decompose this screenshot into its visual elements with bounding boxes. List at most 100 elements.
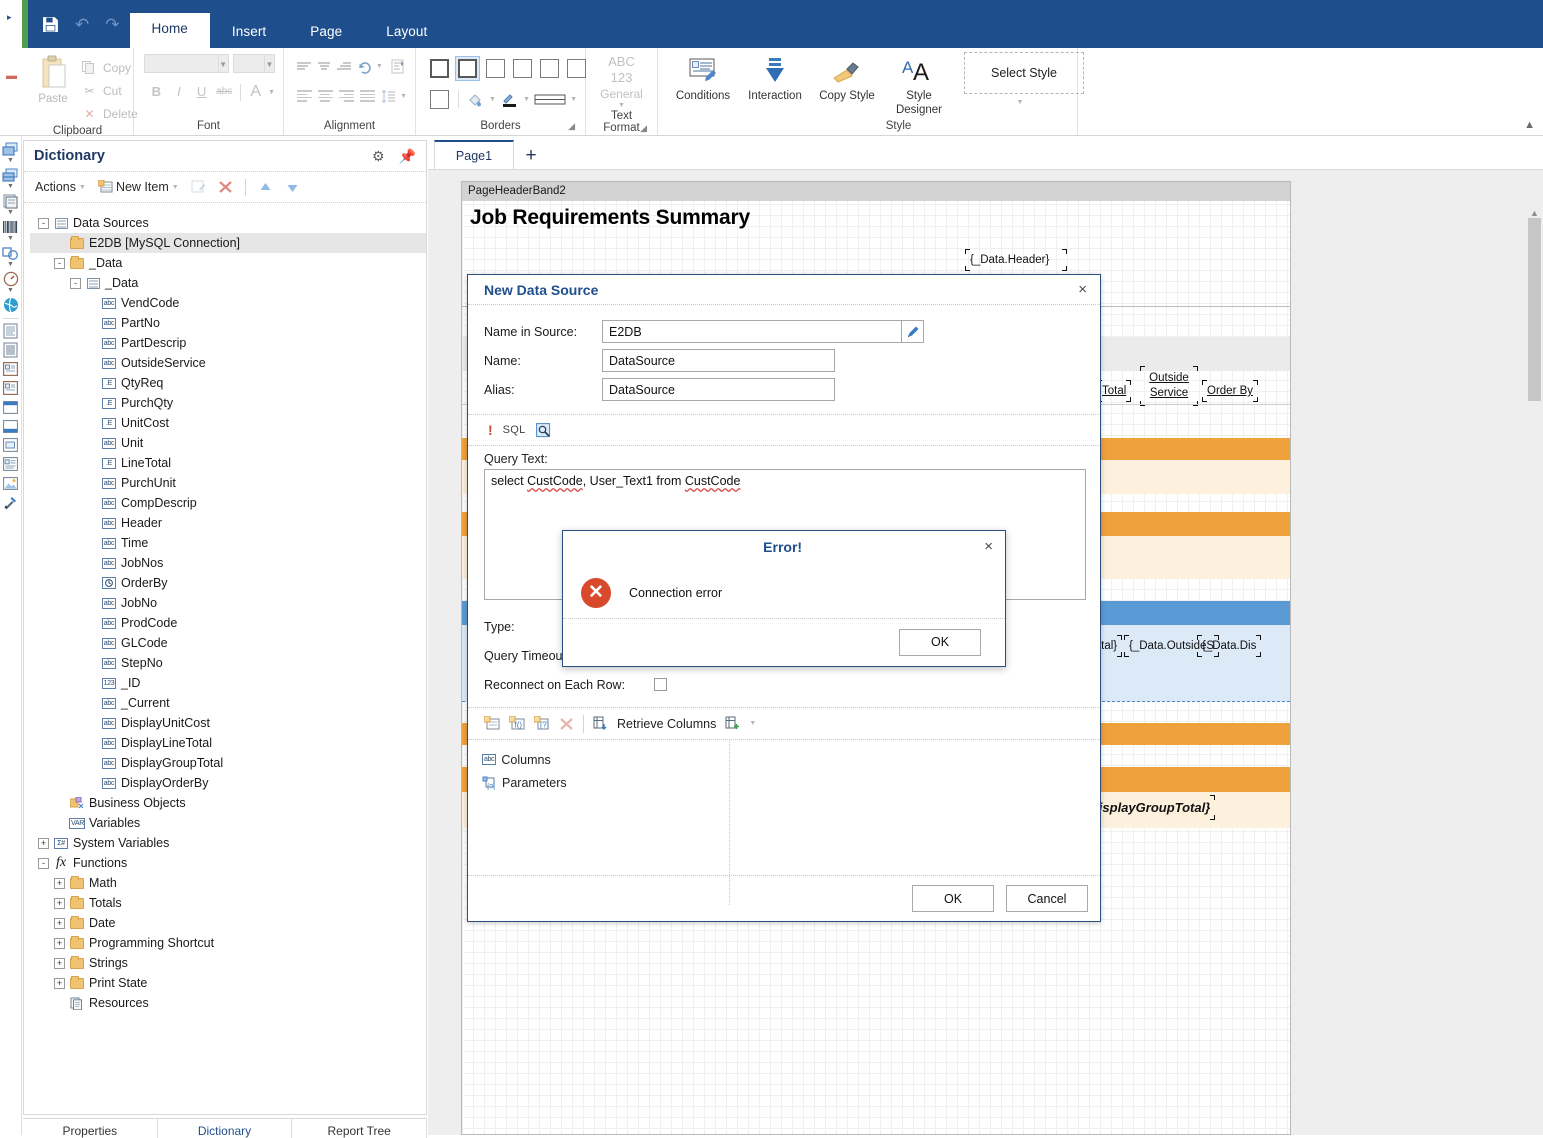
tool-map[interactable] bbox=[0, 296, 22, 314]
tree-node[interactable]: .E PurchQty bbox=[30, 393, 426, 413]
italic-button[interactable]: I bbox=[169, 81, 190, 103]
chevron-down-icon[interactable]: ▼ bbox=[1017, 94, 1024, 106]
font-name-combo[interactable]: ▼ bbox=[144, 54, 229, 73]
order-by-header-textbox[interactable]: Order By bbox=[1202, 380, 1259, 402]
dictionary-tree[interactable]: - Data Sources E2DB [MySQL Connection] - _Da… bbox=[24, 203, 426, 1133]
tree-node[interactable]: abc PartNo bbox=[30, 313, 426, 333]
chevron-down-icon[interactable]: ▼ bbox=[7, 287, 14, 295]
scroll-up-icon[interactable]: ▲ bbox=[1528, 208, 1541, 218]
tree-node[interactable]: abc Header bbox=[30, 513, 426, 533]
alias-input[interactable]: DataSource bbox=[602, 378, 835, 401]
tree-node[interactable]: abc Time bbox=[30, 533, 426, 553]
new-item-menu[interactable]: New Item ▼ bbox=[95, 178, 182, 196]
tab-home[interactable]: Home bbox=[129, 12, 210, 48]
tree-node[interactable]: Resources bbox=[30, 993, 426, 1013]
tree-node[interactable]: + Strings bbox=[30, 953, 426, 973]
tree-node[interactable]: abc _Current bbox=[30, 693, 426, 713]
retrieve-columns-label[interactable]: Retrieve Columns bbox=[617, 717, 716, 731]
tree-node[interactable]: Business Objects bbox=[30, 793, 426, 813]
border-bottom-button[interactable] bbox=[511, 57, 534, 80]
ok-button[interactable]: OK bbox=[912, 885, 994, 912]
edit-item-button[interactable] bbox=[188, 178, 209, 196]
move-down-button[interactable] bbox=[282, 179, 303, 196]
tool-richtext[interactable] bbox=[0, 341, 22, 359]
tree-node[interactable]: abc DisplayUnitCost bbox=[30, 713, 426, 733]
tab-report-tree[interactable]: Report Tree bbox=[292, 1119, 428, 1138]
border-selected-button[interactable] bbox=[455, 56, 480, 81]
tree-node[interactable]: - _Data bbox=[30, 253, 426, 273]
tree-expander[interactable]: + bbox=[54, 977, 65, 989]
font-color-button[interactable]: A bbox=[245, 81, 266, 103]
canvas-vertical-scrollbar[interactable]: ▲ bbox=[1528, 208, 1541, 1135]
border-left-button[interactable] bbox=[538, 57, 561, 80]
edit-pencil-icon[interactable] bbox=[902, 320, 924, 343]
columns-node[interactable]: abc Columns bbox=[482, 748, 729, 771]
tree-node[interactable]: abc JobNo bbox=[30, 593, 426, 613]
tool-text[interactable] bbox=[0, 322, 22, 340]
tree-node[interactable]: abc DisplayOrderBy bbox=[30, 773, 426, 793]
tool-panel-top[interactable] bbox=[0, 398, 22, 416]
data-header-textbox[interactable]: {_Data.Header} bbox=[965, 249, 1067, 271]
chevron-down-icon[interactable]: ▼ bbox=[489, 96, 496, 103]
tool-gauge[interactable]: ▼ bbox=[0, 270, 22, 295]
chevron-down-icon[interactable]: ▼ bbox=[400, 93, 407, 100]
border-style-icon[interactable] bbox=[534, 89, 566, 111]
pin-icon[interactable]: 📌 bbox=[399, 148, 416, 165]
tree-node[interactable]: + Math bbox=[30, 873, 426, 893]
text-wrap-icon[interactable] bbox=[390, 55, 407, 77]
new-expression-column-icon[interactable]: f() bbox=[509, 716, 525, 731]
parameters-node[interactable]: [?] Parameters bbox=[482, 771, 729, 794]
name-in-source-input[interactable]: E2DB bbox=[602, 320, 902, 343]
new-parameter-icon[interactable]: [?] bbox=[534, 716, 550, 731]
actions-menu[interactable]: Actions ▼ bbox=[32, 178, 89, 196]
close-icon[interactable]: × bbox=[980, 538, 997, 555]
tool-textbox2[interactable] bbox=[0, 379, 22, 397]
align-center-button[interactable] bbox=[316, 85, 334, 107]
chevron-down-icon[interactable]: ▼ bbox=[7, 261, 14, 269]
tool-components[interactable]: ▼ bbox=[0, 192, 22, 217]
gear-icon[interactable]: ⚙ bbox=[372, 148, 385, 165]
line-spacing-icon[interactable] bbox=[379, 85, 397, 107]
tree-node[interactable]: 123 _ID bbox=[30, 673, 426, 693]
tab-layout[interactable]: Layout bbox=[364, 16, 449, 49]
save-icon[interactable] bbox=[42, 16, 59, 33]
tree-node[interactable]: - Data Sources bbox=[30, 213, 426, 233]
border-all-button[interactable] bbox=[428, 57, 451, 80]
tree-node[interactable]: + Totals bbox=[30, 893, 426, 913]
style-designer-button[interactable]: AA Style Designer bbox=[884, 52, 954, 118]
query-preview-icon[interactable] bbox=[535, 422, 551, 438]
tool-cross-bands[interactable]: ▼ bbox=[0, 166, 22, 191]
tree-expander[interactable]: + bbox=[54, 917, 65, 929]
chevron-down-icon[interactable]: ▼ bbox=[749, 720, 756, 727]
name-input[interactable]: DataSource bbox=[602, 349, 835, 372]
tool-barcode[interactable]: ▼ bbox=[0, 218, 22, 243]
close-icon[interactable]: × bbox=[1075, 281, 1090, 298]
delete-item-button[interactable] bbox=[215, 178, 236, 196]
select-style-box[interactable]: Select Style bbox=[964, 52, 1084, 94]
retrieve-columns-icon[interactable] bbox=[593, 716, 608, 731]
add-columns-icon[interactable] bbox=[725, 716, 740, 731]
border-top-button[interactable] bbox=[484, 57, 507, 80]
tree-node[interactable]: abc GLCode bbox=[30, 633, 426, 653]
tree-expander[interactable]: + bbox=[54, 877, 65, 889]
collapse-ribbon-icon[interactable]: ▲ bbox=[1524, 119, 1535, 131]
tree-expander[interactable]: + bbox=[54, 957, 65, 969]
tree-node[interactable]: abc PurchUnit bbox=[30, 473, 426, 493]
rotate-text-icon[interactable] bbox=[356, 55, 373, 77]
tree-node[interactable]: abc ProdCode bbox=[30, 613, 426, 633]
tool-subreport[interactable] bbox=[0, 436, 22, 454]
total-header-textbox[interactable]: Total bbox=[1097, 380, 1132, 402]
move-up-button[interactable] bbox=[255, 179, 276, 196]
delete-column-icon[interactable] bbox=[559, 717, 574, 731]
tool-textbox[interactable] bbox=[0, 360, 22, 378]
align-middle-button[interactable] bbox=[315, 55, 332, 77]
tree-node[interactable]: + Print State bbox=[30, 973, 426, 993]
tree-node[interactable]: VAR Variables bbox=[30, 813, 426, 833]
tree-node[interactable]: .E UnitCost bbox=[30, 413, 426, 433]
chevron-down-icon[interactable]: ▼ bbox=[7, 157, 14, 165]
tree-node[interactable]: abc Unit bbox=[30, 433, 426, 453]
tree-node[interactable]: abc CompDescrip bbox=[30, 493, 426, 513]
page-tab-page1[interactable]: Page1 bbox=[434, 140, 514, 169]
tree-node[interactable]: + Date bbox=[30, 913, 426, 933]
delete-button[interactable]: ✕ Delete bbox=[78, 102, 142, 125]
